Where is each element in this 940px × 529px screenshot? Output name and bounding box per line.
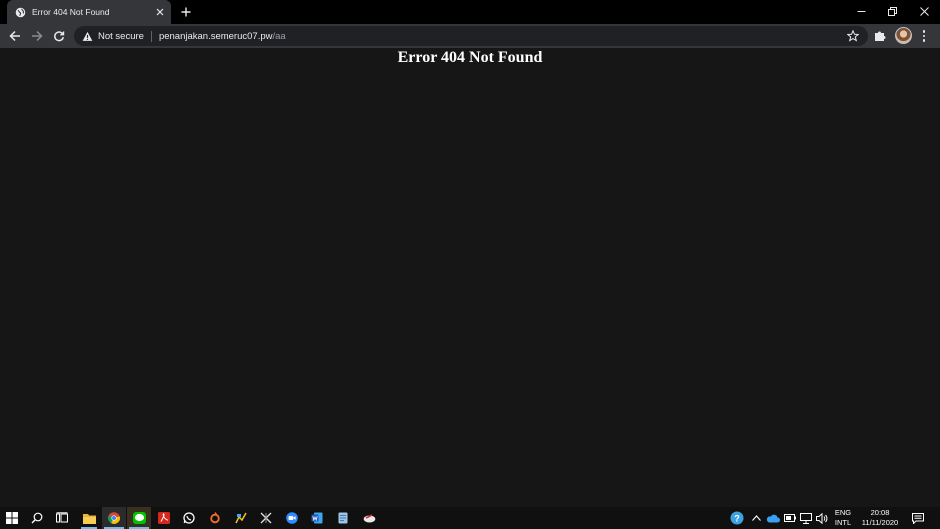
origin-icon[interactable] <box>203 507 227 529</box>
acrobat-reader-icon[interactable] <box>152 507 176 529</box>
battery-icon[interactable] <box>782 507 798 529</box>
extensions-puzzle-icon[interactable] <box>873 29 887 43</box>
security-label[interactable]: Not secure <box>98 31 144 42</box>
network-icon[interactable] <box>798 507 814 529</box>
word-icon[interactable] <box>305 507 329 529</box>
tab-close-icon[interactable] <box>153 5 167 19</box>
chevron-up-icon[interactable] <box>749 507 763 529</box>
app-icon-11[interactable] <box>331 507 355 529</box>
tab-active[interactable]: Error 404 Not Found <box>7 0 171 24</box>
taskbar-clock[interactable]: 20:08 11/11/2020 <box>858 508 902 528</box>
help-icon[interactable]: ? <box>728 507 746 529</box>
zoom-icon[interactable] <box>280 507 304 529</box>
page-title: Error 404 Not Found <box>397 49 543 66</box>
back-icon[interactable] <box>6 27 24 45</box>
omnibox-divider <box>150 30 152 42</box>
url-path: /aa <box>272 30 286 42</box>
windows-taskbar: ? ENG INTL 20:08 11/11/2020 <box>0 507 940 529</box>
clock-date: 11/11/2020 <box>861 518 899 527</box>
tab-strip: Error 404 Not Found <box>0 0 940 24</box>
reload-icon[interactable] <box>50 27 68 45</box>
profile-avatar[interactable] <box>895 27 912 44</box>
new-tab-icon[interactable] <box>178 4 194 20</box>
windows-start-icon[interactable] <box>0 507 24 529</box>
app-icon-12[interactable] <box>357 507 381 529</box>
app-icon-7[interactable] <box>229 507 253 529</box>
restore-icon[interactable] <box>876 0 908 22</box>
line-app-icon[interactable] <box>127 507 151 529</box>
language-line2: INTL <box>834 518 852 527</box>
whatsapp-icon[interactable] <box>177 507 201 529</box>
address-bar[interactable]: Not secure penanjakan.semeruc07.pw/aa <box>74 26 868 46</box>
forward-icon[interactable] <box>28 27 46 45</box>
close-window-icon[interactable] <box>908 0 940 22</box>
search-icon[interactable] <box>25 507 49 529</box>
url-text[interactable]: penanjakan.semeruc07.pw/aa <box>159 31 286 42</box>
volume-icon[interactable] <box>814 507 830 529</box>
language-indicator[interactable]: ENG INTL <box>830 508 856 528</box>
file-explorer-icon[interactable] <box>77 507 101 529</box>
onedrive-cloud-icon[interactable] <box>764 507 782 529</box>
notification-center-icon[interactable] <box>908 507 928 529</box>
minimize-icon[interactable] <box>845 0 877 22</box>
browser-toolbar: Not secure penanjakan.semeruc07.pw/aa <box>0 24 940 48</box>
app-icon-8[interactable] <box>254 507 278 529</box>
warning-icon[interactable] <box>82 31 93 42</box>
clock-time: 20:08 <box>870 508 890 517</box>
language-line1: ENG <box>834 508 852 517</box>
kebab-menu-icon[interactable] <box>918 28 930 44</box>
task-view-icon[interactable] <box>50 507 74 529</box>
chrome-icon[interactable] <box>102 507 126 529</box>
url-host: penanjakan.semeruc07.pw <box>158 30 273 42</box>
globe-icon <box>15 7 26 18</box>
tab-title: Error 404 Not Found <box>32 7 110 17</box>
bookmark-star-icon[interactable] <box>847 30 859 42</box>
page-viewport: Error 404 Not Found <box>0 48 940 507</box>
svg-text:?: ? <box>734 513 740 523</box>
